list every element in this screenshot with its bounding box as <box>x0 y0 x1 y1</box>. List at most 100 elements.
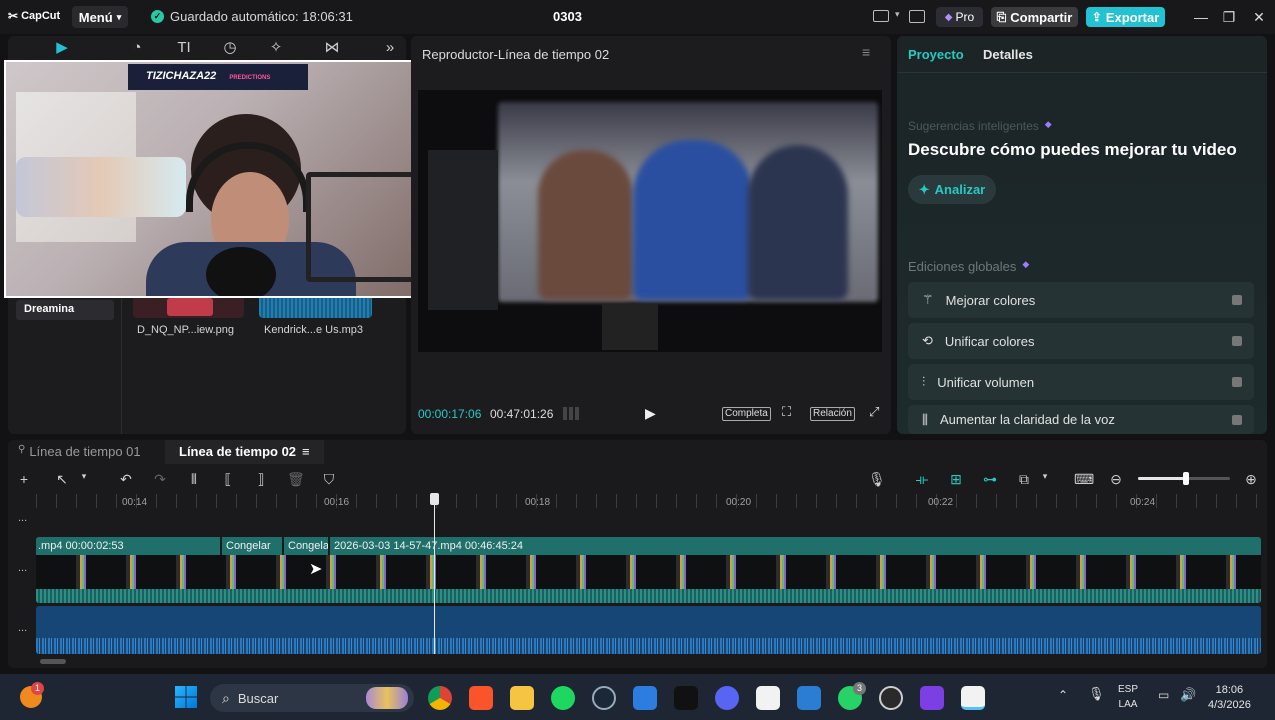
unify-volume-option[interactable]: ⫶ Unificar volumen <box>908 364 1254 400</box>
track-menu-icon[interactable]: ... <box>18 562 27 574</box>
tab-timeline-02[interactable]: Línea de tiempo 02 ≡ <box>165 440 324 464</box>
link-main-track-icon[interactable]: ⟛ <box>914 471 930 488</box>
language-indicator[interactable]: ESP LAA <box>1118 684 1138 710</box>
transitions-tab-icon[interactable]: ⋈ <box>323 39 341 57</box>
close-icon[interactable]: ✕ <box>1251 9 1267 25</box>
crop-icon[interactable]: ⛶ <box>782 404 791 420</box>
voice-clarity-option[interactable]: ⫼ Aumentar la claridad de la voz <box>908 405 1254 434</box>
full-quality-button[interactable]: Completa <box>722 407 771 421</box>
network-icon[interactable]: ▭ <box>1158 688 1169 702</box>
timeline-ruler[interactable] <box>36 494 1261 508</box>
check-icon: ✓ <box>151 10 164 23</box>
tab-timeline-01[interactable]: ⚲ Línea de tiempo 01 <box>18 444 141 459</box>
add-track-icon[interactable]: + <box>16 471 32 487</box>
whatsapp-badge: 3 <box>853 682 866 695</box>
video-track[interactable]: .mp4 00:00:02:53 Congelar Congela 2026-0… <box>36 537 1261 603</box>
discord-icon[interactable] <box>715 686 739 710</box>
tray-chevron-icon[interactable]: ⌃ <box>1058 688 1068 702</box>
undo-icon[interactable]: ↶ <box>118 471 134 488</box>
app-grid-icon[interactable] <box>920 686 944 710</box>
effects-tab-icon[interactable]: ✧ <box>267 39 285 57</box>
ruler-label: 00:16 <box>324 497 350 508</box>
analyze-button[interactable]: ✦ Analizar <box>908 175 996 204</box>
unify-colors-toggle[interactable] <box>1232 336 1242 346</box>
share-button[interactable]: ⎘ Compartir <box>991 7 1078 27</box>
pro-button[interactable]: ◆ Pro <box>936 7 983 27</box>
monitor-icon[interactable] <box>909 10 925 23</box>
export-button[interactable]: ⇪ Exportar <box>1086 7 1165 27</box>
playhead-handle[interactable] <box>430 493 439 505</box>
clock[interactable]: 18:06 4/3/2026 <box>1208 684 1251 711</box>
tab-project[interactable]: Proyecto <box>908 47 964 62</box>
fullscreen-icon[interactable]: ⤢ <box>869 404 879 420</box>
search-icon: ⌕ <box>222 689 230 706</box>
tray-microphone-icon[interactable]: 🎙 <box>1088 686 1105 702</box>
minimize-icon[interactable]: — <box>1193 9 1209 25</box>
microphone-icon[interactable]: 🎙 <box>868 471 886 488</box>
webcam-overlay[interactable]: TIZICHAZA22 PREDICTIONS <box>4 60 428 298</box>
pillows <box>16 157 186 217</box>
zoom-in-icon[interactable]: ⊕ <box>1243 471 1259 488</box>
tab-details[interactable]: Detalles <box>983 47 1033 62</box>
unify-volume-toggle[interactable] <box>1232 377 1242 387</box>
layout-icon[interactable] <box>873 10 889 22</box>
chevron-down-icon[interactable]: ▾ <box>1037 471 1053 482</box>
grid-icon[interactable] <box>563 407 581 420</box>
volume-icon[interactable]: 🔊 <box>1180 687 1196 703</box>
zoom-slider[interactable] <box>1138 472 1230 485</box>
zoom-out-icon[interactable]: ⊖ <box>1108 471 1124 488</box>
text-tab-icon[interactable]: TI <box>175 39 193 57</box>
caption-icon[interactable]: ⌨ <box>1074 471 1094 488</box>
tiktok-icon[interactable] <box>674 686 698 710</box>
zoom-slider-thumb[interactable] <box>1183 472 1189 485</box>
video-preview[interactable] <box>418 90 882 352</box>
magnet-icon[interactable]: ⊞ <box>948 471 964 488</box>
select-tool-icon[interactable]: ↖ <box>54 471 70 488</box>
media-thumb-audio[interactable] <box>259 296 372 318</box>
split-icon[interactable]: ⫴ <box>186 471 202 488</box>
enhance-colors-option[interactable]: ⚚ Mejorar colores <box>908 282 1254 318</box>
audio-tab-icon[interactable]: ◔ <box>128 39 146 57</box>
chevron-down-icon[interactable]: ▾ <box>895 9 900 20</box>
unify-colors-option[interactable]: ⟲ Unificar colores <box>908 323 1254 359</box>
capcut-logo-icon: ✂ <box>8 9 19 23</box>
brave-icon[interactable] <box>469 686 493 710</box>
audio-track[interactable] <box>36 606 1261 654</box>
track-menu-icon[interactable]: ... <box>18 622 27 634</box>
delete-icon[interactable]: 🗑 <box>287 471 305 488</box>
timeline-scrollbar[interactable] <box>40 659 66 664</box>
steam-icon[interactable] <box>592 686 616 710</box>
spotify-icon[interactable] <box>551 686 575 710</box>
chevron-down-icon[interactable]: ▾ <box>76 471 92 482</box>
media-tab-icon[interactable]: ▶ <box>53 39 71 57</box>
maximize-icon[interactable]: ❐ <box>1221 9 1237 25</box>
more-tabs-icon[interactable]: » <box>381 39 399 57</box>
current-time: 00:00:17:06 <box>418 407 482 421</box>
taskbar-search[interactable]: ⌕ Buscar <box>210 684 414 712</box>
split-left-icon[interactable]: ⟦ <box>220 471 236 488</box>
menu-button[interactable]: Menú ▾ <box>72 6 128 28</box>
play-icon[interactable]: ▶ <box>645 405 656 422</box>
panel-menu-icon[interactable]: ≡ <box>862 44 870 60</box>
sidebar-item-dreamina[interactable]: Dreamina <box>16 300 114 320</box>
sticker-tab-icon[interactable]: ◷ <box>221 39 239 57</box>
project-name[interactable]: 0303 <box>553 9 582 24</box>
store-icon[interactable] <box>633 686 657 710</box>
tabs-divider <box>897 72 1267 73</box>
file-explorer-icon[interactable] <box>510 686 534 710</box>
chrome-icon[interactable] <box>428 686 452 710</box>
redo-icon[interactable]: ↷ <box>152 471 168 488</box>
enhance-colors-toggle[interactable] <box>1232 295 1242 305</box>
preview-axis-icon[interactable]: ⧉ <box>1016 471 1032 488</box>
split-right-icon[interactable]: ⟧ <box>253 471 269 488</box>
shield-icon[interactable]: ⛉ <box>321 471 337 488</box>
ratio-button[interactable]: Relación <box>810 407 855 421</box>
capcut-taskbar-icon[interactable] <box>756 686 780 710</box>
track-menu-icon[interactable]: ... <box>18 512 27 524</box>
capcut-active-icon[interactable] <box>961 686 985 710</box>
playhead[interactable] <box>434 494 435 654</box>
obs-icon[interactable] <box>879 686 903 710</box>
voice-clarity-toggle[interactable] <box>1232 414 1242 425</box>
word-icon[interactable] <box>797 686 821 710</box>
link-icon[interactable]: ⊶ <box>982 471 998 488</box>
